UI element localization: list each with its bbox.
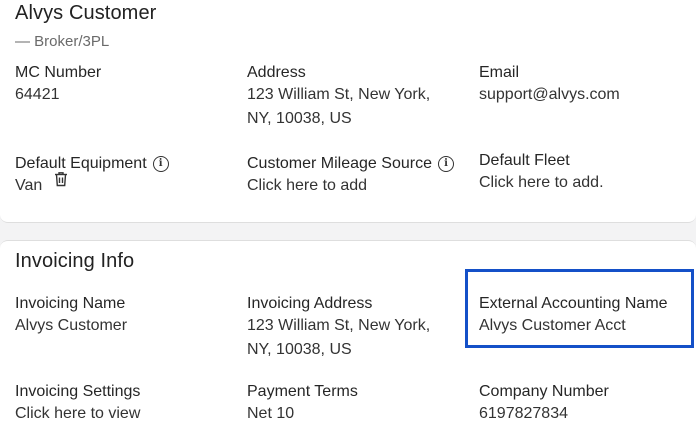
info-icon[interactable]: i xyxy=(152,156,169,172)
mc-number-value: 64421 xyxy=(15,86,60,103)
default-equipment-field: Default Equipment i Van xyxy=(15,154,169,198)
external-accounting-name-highlight xyxy=(465,269,694,348)
info-icon[interactable]: i xyxy=(437,156,454,172)
invoicing-settings-field: Invoicing Settings Click here to view xyxy=(15,382,140,426)
mileage-source-label: Customer Mileage Source xyxy=(247,155,432,172)
default-fleet-label: Default Fleet xyxy=(479,152,570,169)
invoicing-address-field: Invoicing Address 123 William St, New Yo… xyxy=(247,294,430,362)
company-number-value: 6197827834 xyxy=(479,405,568,422)
default-fleet-field: Default Fleet Click here to add. xyxy=(479,151,604,195)
mc-number-field: MC Number 64421 xyxy=(15,63,101,107)
mileage-source-add-link[interactable]: Click here to add xyxy=(247,174,454,198)
mc-number-label: MC Number xyxy=(15,64,102,81)
invoicing-address-line1: 123 William St, New York, xyxy=(247,317,431,334)
default-equipment-label: Default Equipment xyxy=(15,155,147,172)
address-field: Address 123 William St, New York, NY, 10… xyxy=(247,63,430,131)
payment-terms-label: Payment Terms xyxy=(247,383,358,400)
company-number-label: Company Number xyxy=(479,383,609,400)
default-fleet-add-link[interactable]: Click here to add. xyxy=(479,171,604,195)
default-equipment-label-row: Default Equipment i xyxy=(15,154,169,174)
mileage-source-field: Customer Mileage Source i Click here to … xyxy=(247,154,454,198)
invoicing-name-value: Alvys Customer xyxy=(15,317,128,334)
invoicing-settings-label: Invoicing Settings xyxy=(15,383,141,400)
email-value: support@alvys.com xyxy=(479,86,620,103)
payment-terms-field: Payment Terms Net 10 xyxy=(247,382,358,426)
default-equipment-value-row: Van xyxy=(15,171,169,198)
customer-name-title: Alvys Customer xyxy=(15,2,157,24)
customer-type-subtitle: — Broker/3PL xyxy=(15,33,110,50)
address-label: Address xyxy=(247,64,306,81)
invoicing-settings-view-link[interactable]: Click here to view xyxy=(15,402,140,426)
default-equipment-value: Van xyxy=(15,177,43,194)
address-line1: 123 William St, New York, xyxy=(247,86,431,103)
trash-icon[interactable] xyxy=(54,171,68,195)
company-number-field: Company Number 6197827834 xyxy=(479,382,609,426)
email-label: Email xyxy=(479,64,520,81)
invoicing-name-field: Invoicing Name Alvys Customer xyxy=(15,294,127,338)
address-line2: NY, 10038, US xyxy=(247,110,352,127)
invoicing-address-label: Invoicing Address xyxy=(247,295,373,312)
invoicing-name-label: Invoicing Name xyxy=(15,295,126,312)
invoicing-info-heading: Invoicing Info xyxy=(15,250,135,272)
payment-terms-value: Net 10 xyxy=(247,405,295,422)
customer-details-card: Alvys Customer — Broker/3PL MC Number 64… xyxy=(0,0,696,223)
invoicing-address-line2: NY, 10038, US xyxy=(247,341,352,358)
mileage-source-label-row: Customer Mileage Source i xyxy=(247,154,454,174)
email-field: Email support@alvys.com xyxy=(479,63,620,107)
